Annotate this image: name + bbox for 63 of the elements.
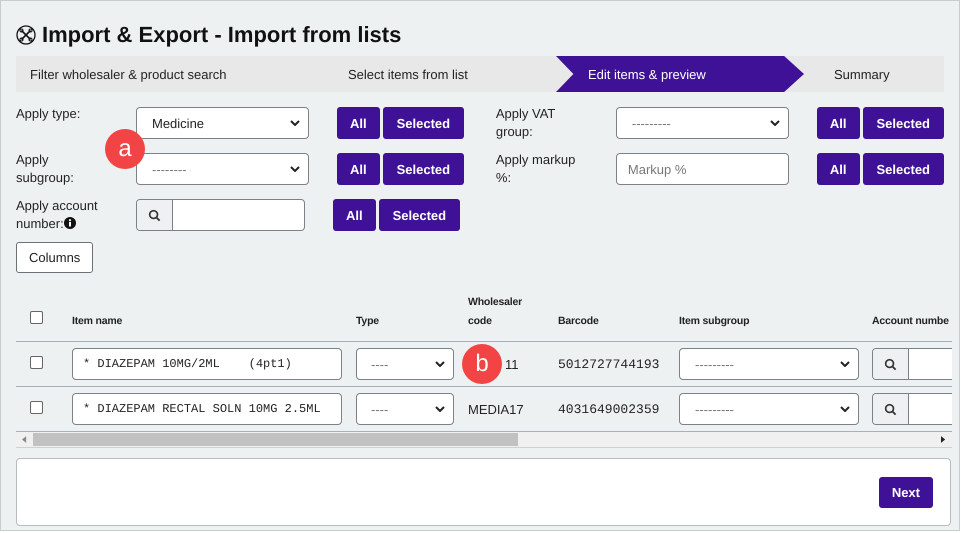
next-button[interactable]: Next: [878, 476, 933, 508]
chevron-down-icon: [435, 361, 445, 367]
select-field[interactable]: --------: [136, 153, 309, 185]
column-header: Wholesaler code: [468, 296, 522, 327]
column-header: Item subgroup: [679, 315, 750, 327]
column-header: Type: [356, 315, 379, 327]
subgroup-select[interactable]: ---------: [679, 393, 859, 425]
selected-button[interactable]: Selected: [382, 153, 464, 185]
all-button[interactable]: All: [337, 107, 380, 139]
table-cell: 5012727744193: [558, 356, 660, 372]
search-icon: [884, 402, 897, 416]
tools-icon: [16, 25, 36, 45]
callout-badge: a: [105, 129, 145, 169]
wizard-step[interactable]: Filter wholesaler & product search: [16, 56, 318, 92]
callout-badge: b: [462, 344, 502, 384]
row-checkbox[interactable]: [30, 401, 43, 414]
select-field[interactable]: ---------: [616, 107, 789, 139]
columns-button[interactable]: Columns: [16, 242, 94, 273]
row-checkbox[interactable]: [30, 356, 43, 369]
chevron-down-icon: [840, 406, 850, 412]
table-cell: 4031649002359: [558, 402, 660, 416]
item-name-field[interactable]: * DIAZEPAM 10MG/2ML (4pt1): [72, 348, 342, 380]
selected-button[interactable]: Selected: [382, 107, 464, 139]
table-cell: 11: [505, 356, 518, 372]
all-button[interactable]: All: [816, 153, 860, 185]
type-select[interactable]: ----: [356, 348, 454, 380]
wizard-step[interactable]: Summary: [804, 56, 890, 92]
search-icon: [148, 208, 161, 222]
markup-input[interactable]: Markup %: [616, 153, 789, 185]
all-button[interactable]: All: [337, 153, 380, 185]
chevron-down-icon: [290, 120, 300, 126]
field-label: Apply subgroup:: [16, 151, 75, 187]
all-button[interactable]: All: [333, 199, 376, 231]
account-search-field[interactable]: [872, 393, 952, 425]
scroll-right-icon[interactable]: [941, 436, 946, 443]
page-title: Import & Export - Import from lists: [42, 22, 402, 48]
search-icon: [884, 358, 897, 370]
column-header: Barcode: [558, 315, 599, 327]
selected-button[interactable]: Selected: [378, 199, 460, 231]
subgroup-select[interactable]: ---------: [679, 348, 859, 380]
field-label: Apply VAT group:: [496, 105, 556, 141]
chevron-down-icon: [290, 166, 300, 172]
select-all-checkbox[interactable]: [30, 311, 43, 324]
table-cell: MEDIA17: [468, 402, 524, 416]
type-select[interactable]: ----: [356, 393, 454, 425]
item-name-field[interactable]: * DIAZEPAM RECTAL SOLN 10MG 2.5ML: [72, 393, 342, 425]
field-label: Apply account number:: [16, 197, 99, 233]
column-header: Account numbe: [872, 315, 949, 327]
wizard-step[interactable]: Edit items & preview: [556, 56, 804, 92]
column-header: Item name: [72, 315, 122, 327]
chevron-down-icon: [435, 406, 445, 412]
account-search-field[interactable]: [872, 348, 952, 380]
scroll-left-icon[interactable]: [22, 436, 27, 443]
chevron-down-icon: [770, 120, 780, 126]
account-search-field[interactable]: [136, 199, 305, 231]
selected-button[interactable]: Selected: [862, 153, 944, 185]
select-field[interactable]: Medicine: [136, 107, 309, 139]
chevron-down-icon: [840, 361, 850, 367]
all-button[interactable]: All: [816, 107, 860, 139]
selected-button[interactable]: Selected: [862, 107, 944, 139]
wizard-step[interactable]: Select items from list: [318, 56, 556, 92]
field-label: Apply type:: [16, 105, 82, 123]
field-label: Apply markup %:: [496, 151, 576, 187]
